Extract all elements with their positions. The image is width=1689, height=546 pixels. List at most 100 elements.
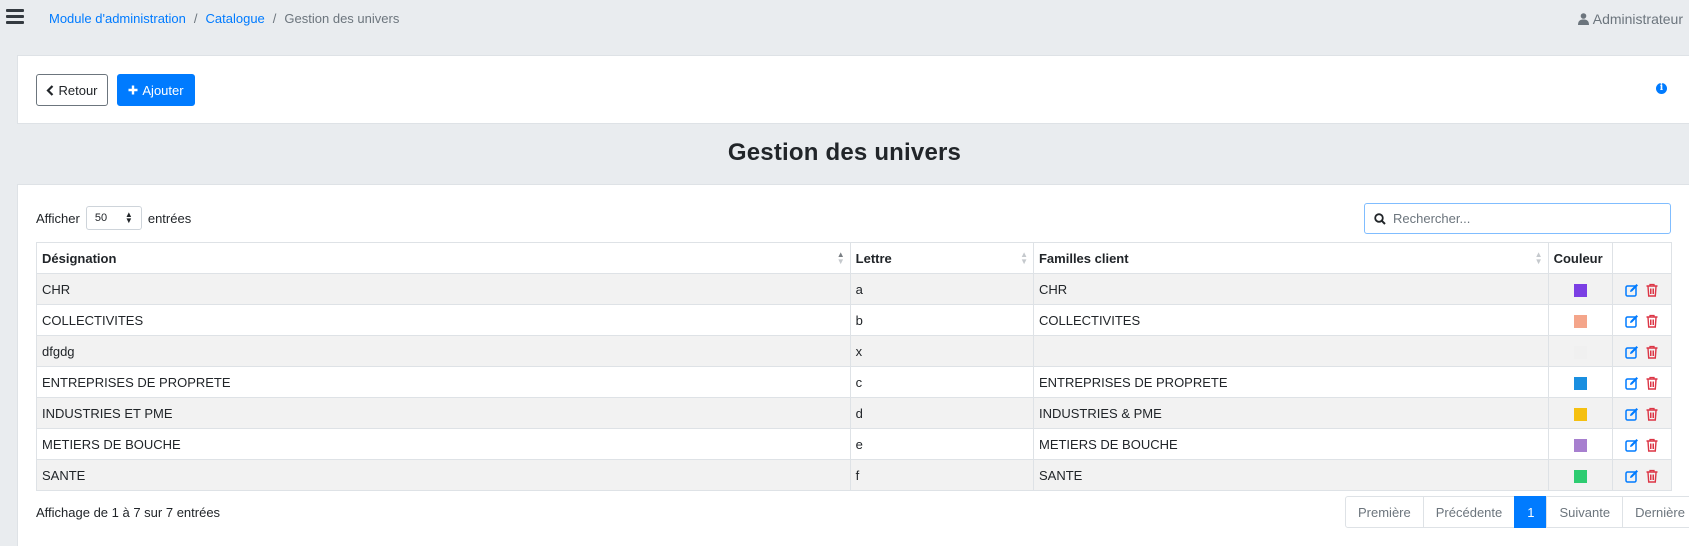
cell-familles: ENTREPRISES DE PROPRETE bbox=[1032, 366, 1549, 398]
cell-actions bbox=[1612, 335, 1672, 367]
cell-couleur bbox=[1547, 335, 1614, 367]
breadcrumb-current: Gestion des univers bbox=[284, 11, 400, 26]
chevron-left-icon bbox=[46, 84, 54, 96]
cell-familles bbox=[1032, 335, 1549, 367]
cell-actions bbox=[1612, 459, 1672, 491]
column-header-actions bbox=[1612, 242, 1672, 274]
select-caret-icon: ▲ ▼ bbox=[124, 210, 133, 225]
trash-icon[interactable] bbox=[1645, 407, 1659, 421]
cell-couleur bbox=[1547, 273, 1614, 305]
user-icon bbox=[1577, 13, 1589, 25]
cell-lettre: c bbox=[849, 366, 1034, 398]
cell-designation: ENTREPRISES DE PROPRETE bbox=[36, 366, 851, 398]
sort-icon: ▲ ▼ bbox=[1534, 250, 1543, 266]
trash-icon[interactable] bbox=[1645, 438, 1659, 452]
trash-icon[interactable] bbox=[1645, 345, 1659, 359]
breadcrumb-separator: / bbox=[272, 11, 277, 26]
info-icon[interactable]: i bbox=[1656, 83, 1667, 94]
cell-familles: CHR bbox=[1032, 273, 1549, 305]
search-placeholder: Rechercher... bbox=[1393, 211, 1471, 226]
plus-icon bbox=[128, 85, 138, 95]
trash-icon[interactable] bbox=[1645, 469, 1659, 483]
table-info: Affichage de 1 à 7 sur 7 entrées bbox=[36, 505, 221, 520]
add-button-label: Ajouter bbox=[142, 82, 184, 98]
pagination-page-1[interactable]: 1 bbox=[1514, 496, 1548, 528]
sort-icon: ▲ ▼ bbox=[1020, 250, 1028, 266]
page-title: Gestion des univers bbox=[727, 139, 962, 166]
table-row: SANTE f SANTE bbox=[36, 459, 1672, 491]
cell-designation: METIERS DE BOUCHE bbox=[36, 428, 851, 460]
breadcrumb-link-catalogue[interactable]: Catalogue bbox=[206, 11, 265, 26]
cell-lettre: f bbox=[849, 459, 1034, 491]
page-length-value: 50 bbox=[94, 212, 108, 224]
table-row: INDUSTRIES ET PME d INDUSTRIES & PME bbox=[36, 397, 1672, 429]
length-suffix: entrées bbox=[147, 210, 192, 226]
edit-icon[interactable] bbox=[1625, 376, 1639, 390]
cell-designation: dfgdg bbox=[36, 335, 851, 367]
user-name: Administrateur bbox=[1592, 11, 1683, 27]
table-row: METIERS DE BOUCHE e METIERS DE BOUCHE bbox=[36, 428, 1672, 460]
edit-icon[interactable] bbox=[1625, 469, 1639, 483]
column-header-lettre[interactable]: Lettre ▲ ▼ bbox=[849, 242, 1034, 274]
back-button-label: Retour bbox=[58, 82, 98, 98]
cell-familles: INDUSTRIES & PME bbox=[1032, 397, 1549, 429]
pagination-last[interactable]: Dernière bbox=[1622, 496, 1689, 528]
page-length-control: Afficher 50 ▲ ▼ entrées bbox=[36, 206, 191, 230]
breadcrumb: Module d'administration / Catalogue / Ge… bbox=[49, 11, 399, 26]
cell-lettre: d bbox=[849, 397, 1034, 429]
table-row: ENTREPRISES DE PROPRETE c ENTREPRISES DE P… bbox=[36, 366, 1672, 398]
cell-actions bbox=[1612, 366, 1672, 398]
cell-familles: SANTE bbox=[1032, 459, 1549, 491]
pagination-first[interactable]: Première bbox=[1345, 496, 1424, 528]
color-swatch bbox=[1573, 438, 1587, 452]
cell-lettre: a bbox=[849, 273, 1034, 305]
edit-icon[interactable] bbox=[1625, 314, 1639, 328]
breadcrumb-link-admin[interactable]: Module d'administration bbox=[49, 11, 186, 26]
cell-familles: METIERS DE BOUCHE bbox=[1032, 428, 1549, 460]
trash-icon[interactable] bbox=[1645, 283, 1659, 297]
actions-card: Retour Ajouter i bbox=[17, 55, 1689, 124]
column-header-designation[interactable]: Désignation ▲ ▼ bbox=[36, 242, 851, 274]
cell-actions bbox=[1612, 397, 1672, 429]
add-button[interactable]: Ajouter bbox=[117, 74, 195, 106]
cell-couleur bbox=[1547, 397, 1614, 429]
column-header-couleur: Couleur bbox=[1547, 242, 1614, 274]
cell-couleur bbox=[1547, 366, 1614, 398]
color-swatch bbox=[1573, 345, 1587, 359]
cell-lettre: b bbox=[849, 304, 1034, 336]
color-swatch bbox=[1573, 283, 1587, 297]
page-length-select[interactable]: 50 ▲ ▼ bbox=[85, 206, 142, 230]
cell-lettre: e bbox=[849, 428, 1034, 460]
color-swatch bbox=[1573, 407, 1587, 421]
color-swatch bbox=[1573, 314, 1587, 328]
user-menu[interactable]: Administrateur bbox=[1577, 11, 1683, 27]
edit-icon[interactable] bbox=[1625, 283, 1639, 297]
universe-table: Désignation ▲ ▼ Lettre ▲ ▼ Familles client ▲ ▼… bbox=[36, 242, 1672, 491]
table-row: CHR a CHR bbox=[36, 273, 1672, 305]
hamburger-menu-icon[interactable] bbox=[6, 9, 24, 25]
edit-icon[interactable] bbox=[1625, 345, 1639, 359]
table-card: Afficher 50 ▲ ▼ entrées Rechercher... Dés… bbox=[17, 184, 1689, 546]
cell-actions bbox=[1612, 304, 1672, 336]
trash-icon[interactable] bbox=[1645, 376, 1659, 390]
edit-icon[interactable] bbox=[1625, 407, 1639, 421]
cell-designation: CHR bbox=[36, 273, 851, 305]
pagination: Première Précédente 1 Suivante Dernière bbox=[1345, 496, 1689, 528]
search-icon bbox=[1374, 212, 1386, 225]
cell-designation: SANTE bbox=[36, 459, 851, 491]
cell-couleur bbox=[1547, 304, 1614, 336]
cell-couleur bbox=[1547, 459, 1614, 491]
cell-designation: COLLECTIVITES bbox=[36, 304, 851, 336]
pagination-previous[interactable]: Précédente bbox=[1422, 496, 1516, 528]
cell-couleur bbox=[1547, 428, 1614, 460]
color-swatch bbox=[1573, 376, 1587, 390]
column-header-familles[interactable]: Familles client ▲ ▼ bbox=[1032, 242, 1549, 274]
table-row: dfgdg x bbox=[36, 335, 1672, 367]
breadcrumb-separator: / bbox=[193, 11, 198, 26]
trash-icon[interactable] bbox=[1645, 314, 1659, 328]
search-input[interactable]: Rechercher... bbox=[1364, 203, 1671, 234]
pagination-next[interactable]: Suivante bbox=[1546, 496, 1624, 528]
back-button[interactable]: Retour bbox=[36, 74, 108, 106]
cell-familles: COLLECTIVITES bbox=[1032, 304, 1549, 336]
edit-icon[interactable] bbox=[1625, 438, 1639, 452]
